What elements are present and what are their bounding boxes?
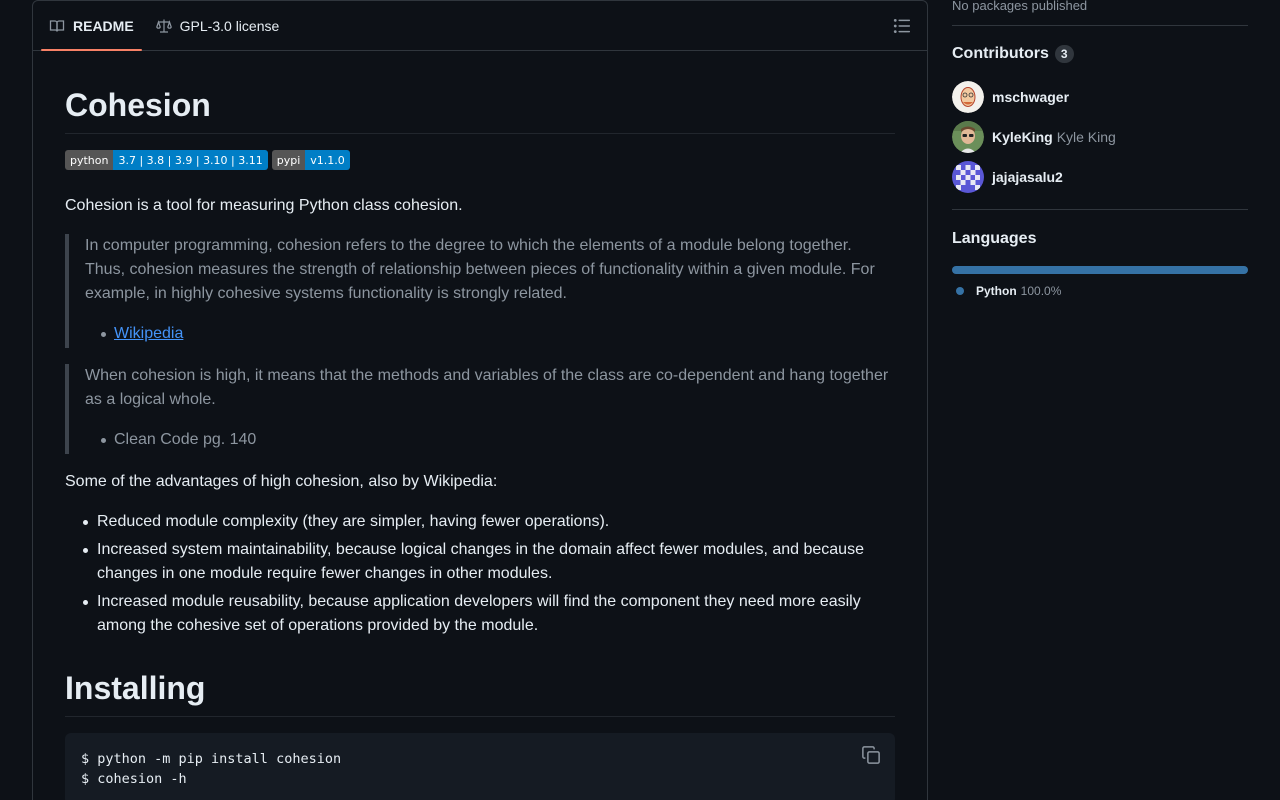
advantages-intro: Some of the advantages of high cohesion,… <box>65 473 498 490</box>
bullet-icon <box>101 331 106 337</box>
list-item: Increased system maintainability, becaus… <box>83 538 895 586</box>
contributor-login: jajajasalu2 <box>992 169 1063 185</box>
wikipedia-link[interactable]: Wikipedia <box>114 322 183 346</box>
repo-sidebar: No packages published Contributors 3 msc… <box>952 0 1248 298</box>
code-line: $ cohesion -h <box>81 771 187 787</box>
language-percent: 100.0% <box>1020 284 1062 298</box>
readme-tab-bar: README GPL-3.0 license <box>33 1 927 51</box>
contributors-title: Contributors <box>952 45 1049 62</box>
book-icon <box>49 19 65 32</box>
language-bar <box>952 266 1248 274</box>
installing-heading: Installing <box>65 668 895 717</box>
languages-heading: Languages <box>952 230 1037 247</box>
avatar[interactable] <box>952 81 984 113</box>
quote-source-text: Clean Code pg. 140 <box>114 431 257 448</box>
tab-readme-label: README <box>73 17 134 34</box>
avatar[interactable] <box>952 161 984 193</box>
intro-paragraph: Cohesion is a tool for measuring Python … <box>65 197 463 214</box>
advantages-list: Reduced module complexity (they are simp… <box>65 510 895 638</box>
readme-panel: README GPL-3.0 license Cohesion python 3… <box>32 0 928 800</box>
contributors-list: mschwager KyleKing Kyle King jajajasalu2 <box>952 81 1248 193</box>
install-code-block: $ python -m pip install cohesion $ cohes… <box>65 733 895 800</box>
tab-license-label: GPL-3.0 license <box>179 17 280 34</box>
readme-content: Cohesion python 3.7 | 3.8 | 3.9 | 3.10 |… <box>33 85 927 800</box>
badge-label: python <box>65 150 114 170</box>
divider <box>952 25 1248 26</box>
tab-license[interactable]: GPL-3.0 license <box>148 1 288 50</box>
contributors-count-badge: 3 <box>1054 45 1074 63</box>
contributor-kyleking[interactable]: KyleKing Kyle King <box>952 121 1248 153</box>
language-name: Python <box>976 284 1017 298</box>
pypi-version-badge[interactable]: pypi v1.1.0 <box>271 150 350 170</box>
contributor-login: mschwager <box>992 89 1070 105</box>
blockquote-clean-code: When cohesion is high, it means that the… <box>65 364 895 454</box>
quote-source: Wikipedia <box>85 322 895 348</box>
quote-text: When cohesion is high, it means that the… <box>85 367 889 408</box>
divider <box>952 209 1248 210</box>
contributor-name: Kyle King <box>1056 129 1116 145</box>
list-item: Reduced module complexity (they are simp… <box>83 510 895 534</box>
contributor-jajajasalu2[interactable]: jajajasalu2 <box>952 161 1248 193</box>
language-color-dot <box>956 287 964 295</box>
contributor-mschwager[interactable]: mschwager <box>952 81 1248 113</box>
no-packages-text: No packages published <box>952 0 1088 13</box>
list-item: Increased module reusability, because ap… <box>83 590 895 638</box>
language-item-python[interactable]: Python 100.0% <box>952 284 1248 298</box>
code-line: $ python -m pip install cohesion <box>81 751 342 767</box>
scale-icon <box>155 19 172 33</box>
list-toc-icon[interactable] <box>893 17 911 35</box>
tab-readme[interactable]: README <box>41 1 142 51</box>
badge-value: v1.1.0 <box>305 150 350 170</box>
quote-source: Clean Code pg. 140 <box>85 428 895 454</box>
bullet-icon <box>101 437 106 443</box>
avatar[interactable] <box>952 121 984 153</box>
badge-label: pypi <box>271 150 306 170</box>
contributors-heading[interactable]: Contributors 3 <box>952 45 1248 63</box>
copy-icon[interactable] <box>861 745 881 765</box>
contributor-login: KyleKing <box>992 129 1053 145</box>
badge-value: 3.7 | 3.8 | 3.9 | 3.10 | 3.11 <box>113 150 268 170</box>
python-version-badge[interactable]: python 3.7 | 3.8 | 3.9 | 3.10 | 3.11 <box>65 150 268 170</box>
readme-title: Cohesion <box>65 85 895 134</box>
blockquote-wikipedia: In computer programming, cohesion refers… <box>65 234 895 348</box>
badge-row: python 3.7 | 3.8 | 3.9 | 3.10 | 3.11 pyp… <box>65 150 895 170</box>
quote-text: In computer programming, cohesion refers… <box>85 237 875 302</box>
